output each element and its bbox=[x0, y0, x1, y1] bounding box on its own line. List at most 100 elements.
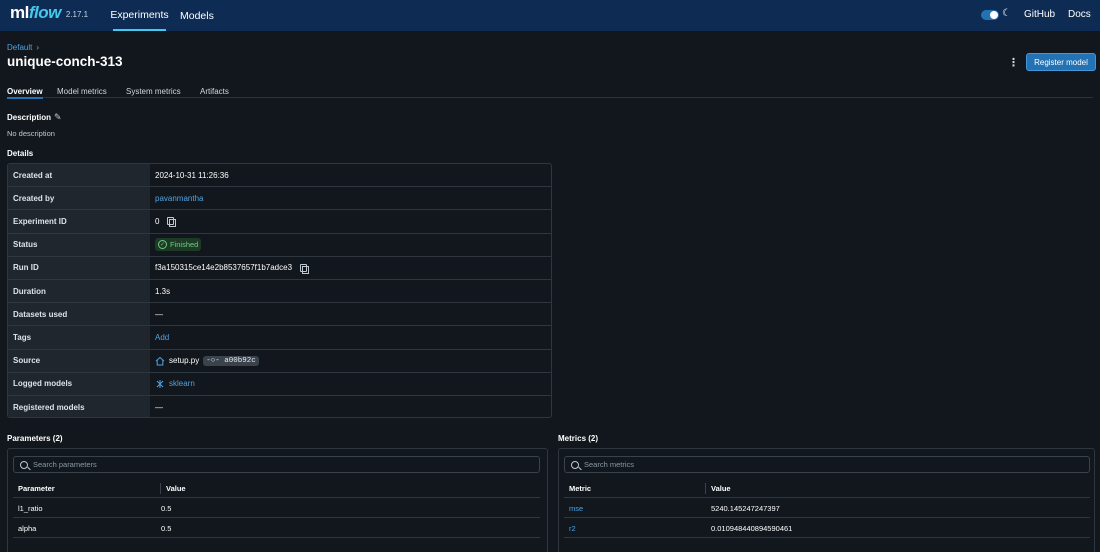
table-row: alpha 0.5 bbox=[13, 519, 540, 538]
metric-column-header[interactable]: Metric bbox=[569, 479, 591, 497]
github-link[interactable]: GitHub bbox=[1024, 9, 1055, 20]
metric-value: 0.010948440894590461 bbox=[711, 523, 793, 533]
description-title: Description bbox=[7, 113, 52, 122]
created-by-value: pavanmantha bbox=[155, 187, 203, 209]
table-row: mse 5240.145247247397 bbox=[564, 499, 1090, 518]
column-divider bbox=[705, 483, 706, 494]
created-at-text: 2024-10-31 11:26:36 bbox=[155, 170, 229, 180]
details-label: Run ID bbox=[8, 256, 150, 279]
details-label: Created by bbox=[8, 187, 150, 210]
page-title: unique-conch-313 bbox=[7, 54, 123, 69]
details-row-created-at: Created at 2024-10-31 11:26:36 bbox=[8, 164, 551, 188]
nav-models[interactable]: Models bbox=[180, 0, 214, 31]
metric-name-link[interactable]: mse bbox=[569, 499, 583, 517]
datasets-text: — bbox=[155, 309, 163, 319]
details-row-created-by: Created by pavanmantha bbox=[8, 187, 551, 211]
git-commit-icon: -○- bbox=[206, 356, 220, 365]
registered-models-value: — bbox=[155, 396, 163, 417]
metrics-table-header: Metric Value bbox=[564, 479, 1090, 498]
parameters-search-box[interactable] bbox=[13, 456, 540, 473]
details-row-logged-models: Logged models sklearn bbox=[8, 372, 551, 396]
commit-hash: a00b92c bbox=[224, 356, 256, 365]
mlflow-logo[interactable]: ml flow 2.17.1 bbox=[10, 3, 88, 23]
top-navigation-bar: ml flow 2.17.1 Experiments Models ☾ GitHu… bbox=[0, 0, 1100, 31]
details-label: Status bbox=[8, 233, 150, 256]
table-row: l1_ratio 0.5 bbox=[13, 499, 540, 518]
parameter-column-header[interactable]: Parameter bbox=[18, 479, 55, 497]
logo-ml-text: ml bbox=[10, 3, 29, 22]
breadcrumb-default-link[interactable]: Default bbox=[7, 43, 32, 52]
tab-overview[interactable]: Overview bbox=[7, 87, 43, 99]
status-badge: ✓ Finished bbox=[155, 238, 202, 252]
parameters-title: Parameters (2) bbox=[7, 434, 63, 443]
parameter-value: 0.5 bbox=[161, 523, 172, 533]
run-id-text: f3a150315ce14e2b8537657f1b7adce3 bbox=[155, 263, 293, 273]
registered-models-text: — bbox=[155, 403, 163, 413]
copy-icon[interactable] bbox=[300, 263, 310, 274]
details-label: Experiment ID bbox=[8, 210, 150, 233]
value-column-header[interactable]: Value bbox=[711, 479, 731, 497]
source-value: setup.py -○- a00b92c bbox=[155, 350, 259, 372]
parameter-name: l1_ratio bbox=[18, 503, 43, 513]
metrics-title: Metrics (2) bbox=[558, 434, 599, 443]
tabs-divider bbox=[7, 97, 1093, 98]
copy-icon[interactable] bbox=[167, 217, 177, 228]
check-circle-icon: ✓ bbox=[158, 240, 167, 250]
experiment-id-value: 0 bbox=[155, 210, 177, 232]
details-label: Created at bbox=[8, 164, 150, 187]
details-row-registered-models: Registered models — bbox=[8, 396, 551, 417]
experiment-id-text: 0 bbox=[155, 216, 160, 226]
details-label: Source bbox=[8, 349, 150, 372]
breadcrumb: Default › bbox=[7, 43, 39, 52]
details-row-duration: Duration 1.3s bbox=[8, 280, 551, 304]
duration-value: 1.3s bbox=[155, 280, 170, 302]
parameters-search-input[interactable] bbox=[33, 460, 333, 469]
details-label: Logged models bbox=[8, 372, 150, 395]
details-table: Created at 2024-10-31 11:26:36 Created b… bbox=[7, 163, 552, 418]
metrics-search-box[interactable] bbox=[564, 456, 1090, 473]
details-row-experiment-id: Experiment ID 0 bbox=[8, 210, 551, 234]
pencil-icon[interactable]: ✎ bbox=[54, 112, 62, 123]
add-tag-link[interactable]: Add bbox=[155, 333, 169, 342]
parameters-table-header: Parameter Value bbox=[13, 479, 540, 498]
search-icon bbox=[20, 460, 28, 469]
logged-model-link[interactable]: sklearn bbox=[169, 379, 195, 388]
moon-icon: ☾ bbox=[1002, 8, 1011, 19]
register-model-button[interactable]: Register model bbox=[1026, 53, 1096, 71]
metric-name-link[interactable]: r2 bbox=[569, 519, 576, 537]
tab-artifacts[interactable]: Artifacts bbox=[200, 87, 229, 96]
metrics-panel: Metric Value mse 5240.145247247397 r2 0.… bbox=[558, 448, 1095, 552]
docs-link[interactable]: Docs bbox=[1068, 9, 1091, 20]
column-divider bbox=[160, 483, 161, 494]
table-row: r2 0.010948440894590461 bbox=[564, 519, 1090, 538]
tab-system-metrics[interactable]: System metrics bbox=[126, 87, 181, 96]
details-row-tags: Tags Add bbox=[8, 326, 551, 350]
model-icon bbox=[156, 379, 164, 388]
created-by-link[interactable]: pavanmantha bbox=[155, 194, 203, 203]
duration-text: 1.3s bbox=[155, 286, 171, 296]
metric-value: 5240.145247247397 bbox=[711, 503, 780, 513]
search-icon bbox=[571, 460, 579, 469]
nav-experiments[interactable]: Experiments bbox=[110, 0, 169, 31]
run-id-value: f3a150315ce14e2b8537657f1b7adce3 bbox=[155, 257, 310, 279]
home-icon bbox=[155, 356, 165, 366]
details-label: Registered models bbox=[8, 396, 150, 417]
details-label: Datasets used bbox=[8, 303, 150, 326]
source-file-link[interactable]: setup.py bbox=[169, 356, 199, 365]
commit-badge[interactable]: -○- a00b92c bbox=[203, 355, 259, 366]
details-label: Tags bbox=[8, 326, 150, 349]
version-label: 2.17.1 bbox=[65, 10, 89, 19]
details-row-source: Source setup.py -○- a00b92c bbox=[8, 349, 551, 373]
theme-toggle[interactable] bbox=[981, 10, 999, 20]
parameter-value: 0.5 bbox=[161, 503, 172, 513]
status-text: Finished bbox=[170, 240, 199, 250]
more-options-icon[interactable]: ⋮ bbox=[1008, 56, 1019, 69]
metrics-search-input[interactable] bbox=[584, 460, 884, 469]
tags-value: Add bbox=[155, 326, 169, 348]
parameters-panel: Parameter Value l1_ratio 0.5 alpha 0.5 bbox=[7, 448, 548, 552]
tab-model-metrics[interactable]: Model metrics bbox=[57, 87, 107, 96]
datasets-value: — bbox=[155, 303, 163, 325]
logged-models-value: sklearn bbox=[155, 373, 195, 395]
created-at-value: 2024-10-31 11:26:36 bbox=[155, 164, 229, 186]
value-column-header[interactable]: Value bbox=[166, 479, 186, 497]
